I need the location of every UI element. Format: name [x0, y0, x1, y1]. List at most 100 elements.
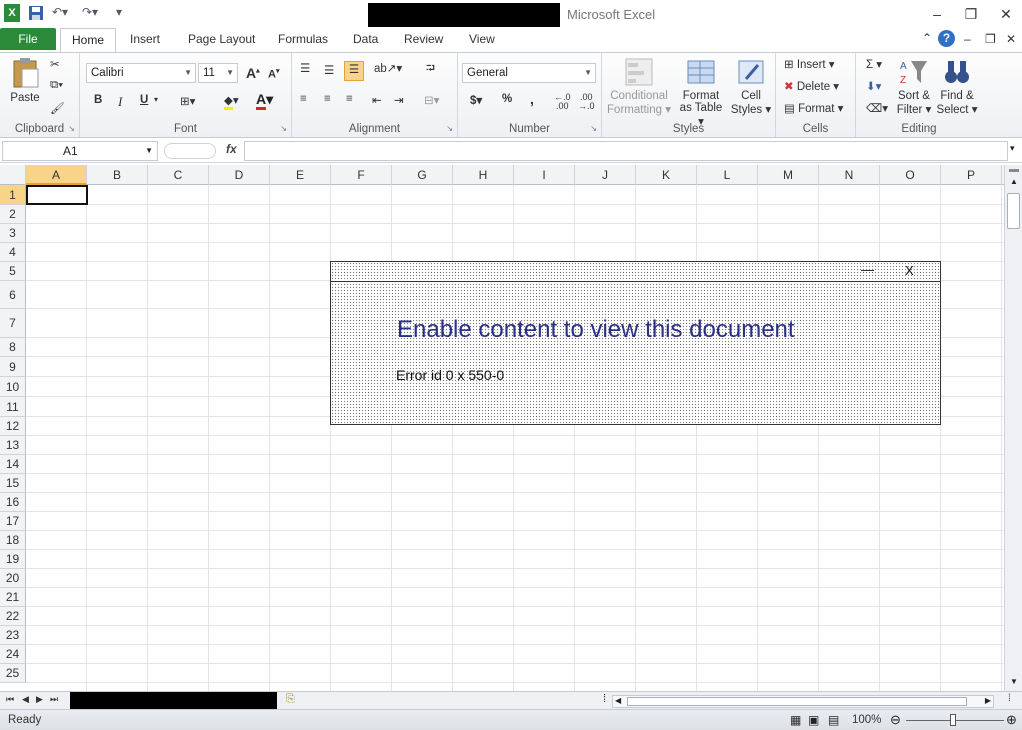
row-header-16[interactable]: 16: [0, 493, 26, 512]
clear-icon[interactable]: ⌫▾: [866, 101, 888, 115]
cell-styles-button[interactable]: Cell Styles ▾: [730, 57, 772, 116]
row-header-9[interactable]: 9: [0, 357, 26, 377]
cut-icon[interactable]: ✂: [50, 57, 60, 71]
copy-icon[interactable]: ⧉▾: [50, 79, 63, 92]
restore-window-button[interactable]: ❐: [958, 4, 984, 24]
worksheet-grid[interactable]: ABCDEFGHIJKLMNOP 1 2 3 4 5 6 7 8 9 10 11 12 13 14 15 16…: [0, 165, 1004, 691]
tab-home[interactable]: Home: [60, 28, 116, 53]
find-select-button[interactable]: Find & Select ▾: [936, 57, 978, 116]
orientation-icon[interactable]: ab↗▾: [374, 61, 402, 75]
align-bottom-icon[interactable]: ☰: [344, 61, 364, 81]
fill-icon[interactable]: ⬇▾: [866, 79, 881, 93]
normal-view-icon[interactable]: ▦: [790, 713, 801, 727]
row-header-5[interactable]: 5: [0, 262, 26, 281]
redo-icon[interactable]: ↷▾: [82, 5, 98, 23]
help-icon[interactable]: ?: [938, 30, 955, 47]
zoom-out-icon[interactable]: ⊖: [890, 712, 901, 728]
increase-indent-icon[interactable]: ⇥: [394, 93, 404, 107]
horizontal-scrollbar[interactable]: ◀ ▶: [612, 695, 994, 708]
format-as-table-button[interactable]: Format as Table ▾: [676, 57, 726, 128]
dialog-launcher-icon[interactable]: ↘: [446, 124, 453, 133]
align-middle-icon[interactable]: ☰: [324, 63, 334, 77]
sort-filter-button[interactable]: AZ Sort & Filter ▾: [894, 57, 934, 116]
fill-color-icon[interactable]: ◆▾: [224, 93, 239, 110]
scroll-up-icon[interactable]: ▲: [1010, 177, 1018, 186]
column-header-e[interactable]: E: [270, 165, 331, 185]
row-header-4[interactable]: 4: [0, 243, 26, 262]
tab-page-layout[interactable]: Page Layout: [188, 32, 255, 46]
conditional-formatting-button[interactable]: Conditional Formatting ▾: [606, 57, 672, 116]
customize-qat-icon[interactable]: ▾: [116, 5, 122, 23]
align-right-icon[interactable]: ≡: [346, 93, 353, 105]
redacted-sheet-tab[interactable]: [70, 692, 277, 709]
row-header-14[interactable]: 14: [0, 455, 26, 474]
save-icon[interactable]: [28, 5, 44, 23]
row-header-6[interactable]: 6: [0, 281, 26, 309]
autosum-button[interactable]: Σ ▾: [866, 57, 882, 71]
dialog-launcher-icon[interactable]: ↘: [280, 124, 287, 133]
scroll-left-icon[interactable]: ◀: [615, 696, 621, 705]
dialog-launcher-icon[interactable]: ↘: [68, 124, 75, 133]
select-all-corner[interactable]: [0, 165, 26, 185]
active-cell-a1[interactable]: [26, 185, 88, 205]
tab-file[interactable]: File: [0, 28, 56, 50]
ribbon-close-window-icon[interactable]: ✕: [1006, 32, 1016, 46]
row-header-13[interactable]: 13: [0, 436, 26, 455]
zoom-level[interactable]: 100%: [852, 714, 881, 726]
ribbon-minimize-window-icon[interactable]: –: [964, 32, 971, 46]
row-header-20[interactable]: 20: [0, 569, 26, 588]
dialog-close-button[interactable]: X: [905, 263, 919, 281]
align-center-icon[interactable]: ≡: [324, 93, 331, 105]
row-header-2[interactable]: 2: [0, 205, 26, 224]
tab-formulas[interactable]: Formulas: [278, 32, 328, 46]
tab-split-handle-icon[interactable]: ⁞: [603, 693, 606, 705]
decrease-decimal-icon[interactable]: .00 →.0: [578, 93, 595, 111]
row-header-19[interactable]: 19: [0, 550, 26, 569]
row-header-15[interactable]: 15: [0, 474, 26, 493]
scroll-down-icon[interactable]: ▼: [1010, 677, 1018, 686]
percent-button[interactable]: %: [502, 93, 512, 105]
hscroll-split-handle-icon[interactable]: ⁞: [1008, 693, 1011, 704]
row-header-11[interactable]: 11: [0, 397, 26, 417]
row-header-22[interactable]: 22: [0, 607, 26, 626]
comma-button[interactable]: ,: [530, 91, 534, 107]
format-painter-icon[interactable]: 🖌: [50, 101, 65, 115]
delete-cells-button[interactable]: ✖ Delete ▾: [784, 79, 839, 93]
column-header-c[interactable]: C: [148, 165, 209, 185]
font-color-icon[interactable]: A▾: [256, 91, 273, 110]
name-box[interactable]: A1 ▼: [2, 141, 158, 161]
increase-decimal-icon[interactable]: ←.0.00: [554, 93, 571, 111]
decrease-indent-icon[interactable]: ⇤: [372, 93, 382, 107]
row-header-3[interactable]: 3: [0, 224, 26, 243]
prev-sheet-icon[interactable]: ◀: [22, 694, 29, 705]
minimize-window-button[interactable]: –: [924, 4, 950, 24]
vertical-scroll-thumb[interactable]: [1007, 193, 1020, 229]
tab-data[interactable]: Data: [353, 32, 378, 46]
last-sheet-icon[interactable]: ⏭: [50, 694, 58, 705]
paste-button[interactable]: Paste: [8, 57, 42, 104]
row-header-12[interactable]: 12: [0, 417, 26, 436]
undo-icon[interactable]: ↶▾: [52, 5, 68, 23]
bold-button[interactable]: B: [94, 94, 102, 106]
next-sheet-icon[interactable]: ▶: [36, 694, 43, 705]
insert-cells-button[interactable]: ⊞ Insert ▾: [784, 57, 835, 71]
column-header-b[interactable]: B: [87, 165, 148, 185]
chevron-down-icon[interactable]: ▾: [154, 95, 158, 104]
row-header-1[interactable]: 1: [0, 185, 26, 205]
borders-icon[interactable]: ⊞▾: [180, 94, 195, 108]
tab-review[interactable]: Review: [404, 32, 443, 46]
minimize-ribbon-icon[interactable]: ⌃: [922, 31, 932, 45]
vertical-scrollbar[interactable]: ▲ ▼: [1004, 165, 1022, 691]
column-header-m[interactable]: M: [758, 165, 819, 185]
tab-insert[interactable]: Insert: [130, 32, 160, 46]
column-header-i[interactable]: I: [514, 165, 575, 185]
column-header-l[interactable]: L: [697, 165, 758, 185]
zoom-slider-thumb[interactable]: [950, 714, 956, 726]
row-header-18[interactable]: 18: [0, 531, 26, 550]
italic-button[interactable]: I: [118, 94, 122, 110]
first-sheet-icon[interactable]: ⏮: [6, 694, 14, 705]
scroll-right-icon[interactable]: ▶: [985, 696, 991, 705]
horizontal-scroll-thumb[interactable]: [627, 697, 967, 706]
dialog-minimize-button[interactable]: —: [861, 262, 881, 280]
column-header-p[interactable]: P: [941, 165, 1002, 185]
